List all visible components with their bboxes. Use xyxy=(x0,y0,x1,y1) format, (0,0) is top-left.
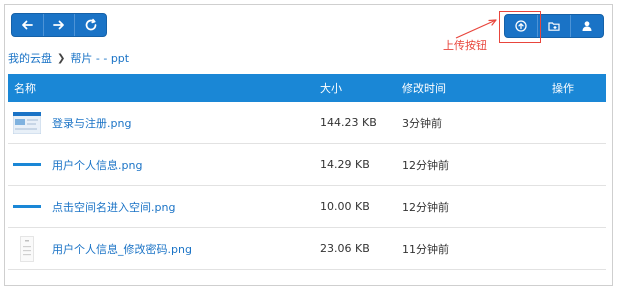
image-thumbnail-icon xyxy=(13,193,41,221)
folder-add-icon xyxy=(548,22,560,31)
share-button[interactable] xyxy=(571,15,603,37)
file-time: 11分钟前 xyxy=(402,242,449,256)
new-folder-button[interactable] xyxy=(538,15,571,37)
header-action: 操作 xyxy=(552,82,574,95)
chevron-right-icon: ❯ xyxy=(57,52,66,64)
header-size[interactable]: 大小 xyxy=(320,80,402,96)
file-time: 3分钟前 xyxy=(402,116,442,130)
file-size: 23.06 KB xyxy=(320,242,370,255)
file-name[interactable]: 用户个人信息.png xyxy=(52,157,142,173)
file-size: 14.29 KB xyxy=(320,158,370,171)
file-name[interactable]: 登录与注册.png xyxy=(52,115,131,131)
image-thumbnail-icon xyxy=(13,109,41,137)
header-name[interactable]: 名称 xyxy=(8,80,320,96)
table-row[interactable]: 点击空间名进入空间.png 10.00 KB 12分钟前 xyxy=(8,186,606,228)
upload-icon xyxy=(515,20,527,32)
table-row[interactable]: 登录与注册.png 144.23 KB 3分钟前 xyxy=(8,102,606,144)
file-name[interactable]: 用户个人信息_修改密码.png xyxy=(52,241,192,257)
table-header: 名称 大小 修改时间 操作 xyxy=(8,74,606,102)
image-thumbnail-icon xyxy=(13,235,41,263)
file-size: 144.23 KB xyxy=(320,116,377,129)
file-time: 12分钟前 xyxy=(402,158,449,172)
navigation-button-group xyxy=(11,13,107,37)
table-row[interactable]: 用户个人信息.png 14.29 KB 12分钟前 xyxy=(8,144,606,186)
arrow-right-icon xyxy=(53,20,64,30)
back-button[interactable] xyxy=(12,14,44,36)
file-time: 12分钟前 xyxy=(402,200,449,214)
breadcrumb-root[interactable]: 我的云盘 xyxy=(8,50,52,66)
breadcrumb-current[interactable]: 帮片 - - ppt xyxy=(70,50,129,66)
header-time[interactable]: 修改时间 xyxy=(402,80,552,96)
refresh-button[interactable] xyxy=(75,14,106,36)
arrow-left-icon xyxy=(22,20,34,30)
action-button-group xyxy=(504,14,604,38)
file-table: 名称 大小 修改时间 操作 登录与注册.png 144.23 KB 3分钟前 用… xyxy=(8,74,606,270)
file-size: 10.00 KB xyxy=(320,200,370,213)
upload-button[interactable] xyxy=(505,15,538,37)
breadcrumb: 我的云盘 ❯ 帮片 - - ppt xyxy=(8,50,129,66)
refresh-icon xyxy=(85,18,97,31)
user-icon xyxy=(582,21,592,31)
upload-annotation-label: 上传按钮 xyxy=(443,39,487,52)
table-row[interactable]: 用户个人信息_修改密码.png 23.06 KB 11分钟前 xyxy=(8,228,606,270)
image-thumbnail-icon xyxy=(13,151,41,179)
forward-button[interactable] xyxy=(44,14,76,36)
file-name[interactable]: 点击空间名进入空间.png xyxy=(52,199,175,215)
